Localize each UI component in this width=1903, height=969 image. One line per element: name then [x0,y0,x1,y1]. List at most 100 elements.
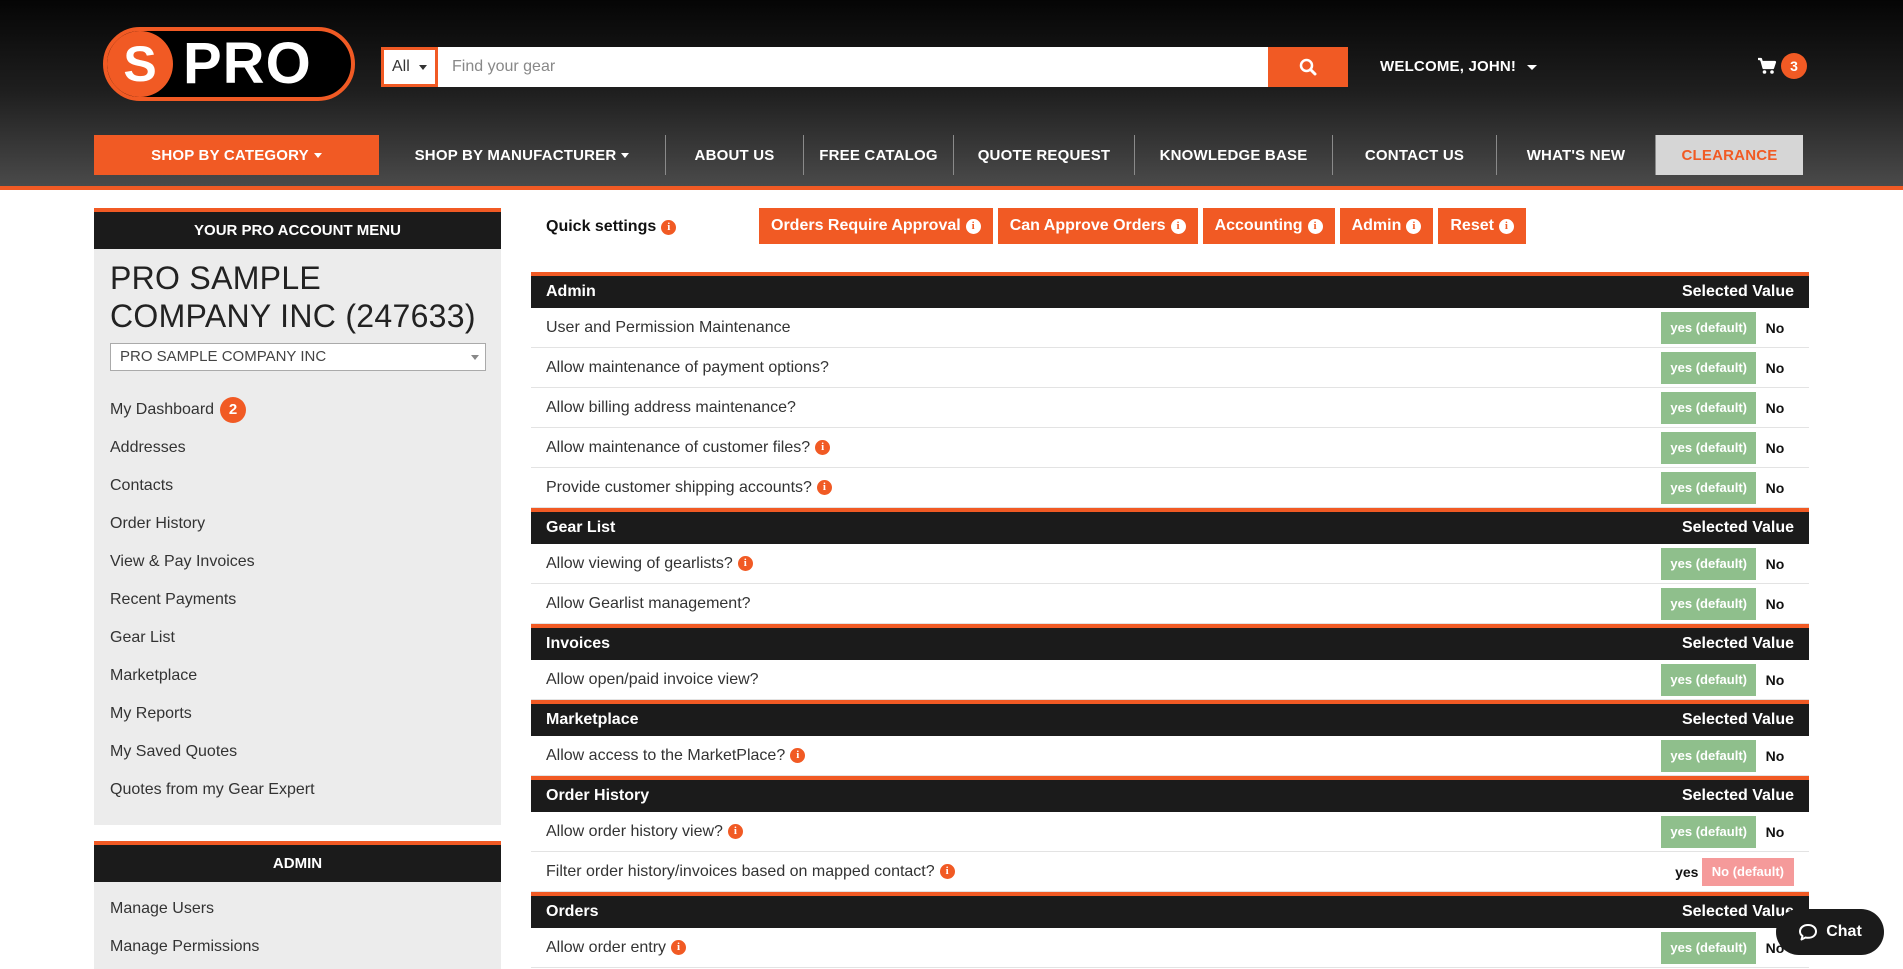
nav-quote-request[interactable]: QUOTE REQUEST [954,135,1135,175]
section-orders: Orders Selected Value Allow order entry i ye… [531,892,1809,968]
info-icon: i [1170,218,1186,234]
admin-menu-title: ADMIN [94,841,501,882]
no-option[interactable]: No [1756,440,1794,456]
permission-toggle: yes (default) No [1661,351,1794,384]
nav-label: SHOP BY MANUFACTURER [414,146,617,164]
yes-default-option[interactable]: yes (default) [1661,547,1756,580]
accounting-button[interactable]: Accounting i [1202,208,1335,244]
yes-default-option[interactable]: yes (default) [1661,815,1756,848]
sidebar-item-label: Addresses [110,439,186,456]
nav-label: CLEARANCE [1681,146,1778,164]
nav-label: KNOWLEDGE BASE [1159,146,1308,164]
selected-value-header: Selected Value [1681,903,1794,920]
chevron-down-icon [313,152,322,158]
yes-default-option[interactable]: yes (default) [1661,739,1756,772]
nav-label: QUOTE REQUEST [977,146,1111,164]
site-logo[interactable]: S PRO [103,27,355,101]
nav-contact-us[interactable]: CONTACT US [1333,135,1497,175]
no-option[interactable]: No [1756,556,1794,572]
search-input[interactable] [438,47,1268,87]
yes-default-option[interactable]: yes (default) [1661,587,1756,620]
no-option[interactable]: No [1756,824,1794,840]
no-option[interactable]: No [1756,672,1794,688]
permission-row: Allow viewing of gearlists? i yes (default… [531,544,1809,584]
no-option[interactable]: No [1756,480,1794,496]
sidebar-item-addresses[interactable]: Addresses [110,429,485,467]
nav-shop-by-category[interactable]: SHOP BY CATEGORY [94,135,379,175]
permission-row: Allow order history view? i yes (default) N… [531,812,1809,852]
info-icon: i [1406,218,1422,234]
yes-default-option[interactable]: yes (default) [1661,663,1756,696]
chat-button[interactable]: Chat [1776,909,1884,955]
button-label: Reset [1450,217,1494,234]
sidebar-item-my-reports[interactable]: My Reports [110,695,485,733]
search-category-label: All [392,58,410,75]
account-menu-title: YOUR PRO ACCOUNT MENU [94,208,501,249]
nav-about-us[interactable]: ABOUT US [666,135,804,175]
permission-toggle: yes (default) No [1661,931,1794,964]
nav-clearance[interactable]: CLEARANCE [1656,135,1803,175]
orders-require-approval-button[interactable]: Orders Require Approval i [759,208,993,244]
info-icon[interactable]: i [815,440,831,455]
search-category-select[interactable]: All [381,47,438,87]
sidebar-item-my-dashboard[interactable]: My Dashboard 2 [110,391,485,429]
cart-count-badge: 3 [1781,53,1807,79]
yes-default-option[interactable]: yes (default) [1661,351,1756,384]
quick-settings-bar: Quick settings i Orders Require Approval… [531,208,1809,244]
sidebar-item-view-pay-invoices[interactable]: View & Pay Invoices [110,543,485,581]
no-option[interactable]: No [1756,748,1794,764]
sidebar-item-contacts[interactable]: Contacts [110,467,485,505]
nav-knowledge-base[interactable]: KNOWLEDGE BASE [1135,135,1333,175]
account-menu-toggle[interactable]: WELCOME, JOHN! [1380,58,1537,75]
no-default-option[interactable]: No (default) [1701,857,1794,886]
permission-toggle: yes (default) No [1661,547,1794,580]
yes-option[interactable]: yes [1672,864,1702,880]
quick-settings-label: Quick settings i [546,218,677,236]
nav-free-catalog[interactable]: FREE CATALOG [804,135,954,175]
info-icon[interactable]: i [727,824,743,839]
sidebar-item-quotes-from-gear-expert[interactable]: Quotes from my Gear Expert [110,771,485,809]
permission-label: Allow viewing of gearlists? [546,554,733,572]
admin-button[interactable]: Admin i [1339,208,1434,244]
cart-button[interactable]: 3 [1757,53,1807,79]
sidebar-item-marketplace[interactable]: Marketplace [110,657,485,695]
account-menu-body: PRO SAMPLE COMPANY INC (247633) PRO SAMP… [94,249,501,825]
permission-toggle: yes (default) No [1661,311,1794,344]
section-header: Gear List Selected Value [531,508,1809,544]
company-select-value: PRO SAMPLE COMPANY INC [120,348,327,365]
info-icon[interactable]: i [661,219,677,235]
sidebar-item-label: Manage Users [110,900,215,917]
sidebar-item-my-saved-quotes[interactable]: My Saved Quotes [110,733,485,771]
search-button[interactable] [1268,47,1348,87]
info-icon[interactable]: i [939,864,955,879]
admin-panel: ADMIN Manage Users Manage Permissions [94,841,501,969]
no-option[interactable]: No [1756,360,1794,376]
yes-default-option[interactable]: yes (default) [1661,391,1756,424]
quick-settings-text: Quick settings [546,218,657,235]
sidebar-item-label: Contacts [110,477,174,494]
permission-label-wrap: Allow Gearlist management? [546,595,751,613]
permission-label-wrap: User and Permission Maintenance [546,319,791,337]
no-option[interactable]: No [1756,400,1794,416]
info-icon[interactable]: i [671,940,687,955]
nav-whats-new[interactable]: WHAT'S NEW [1497,135,1656,175]
info-icon[interactable]: i [816,480,832,495]
nav-shop-by-manufacturer[interactable]: SHOP BY MANUFACTURER [379,135,666,175]
sidebar-item-recent-payments[interactable]: Recent Payments [110,581,485,619]
info-icon[interactable]: i [790,748,806,763]
yes-default-option[interactable]: yes (default) [1661,931,1756,964]
can-approve-orders-button[interactable]: Can Approve Orders i [997,208,1198,244]
sidebar-item-manage-users[interactable]: Manage Users [110,890,485,928]
company-select[interactable]: PRO SAMPLE COMPANY INC [110,343,486,371]
reset-button[interactable]: Reset i [1438,208,1526,244]
no-option[interactable]: No [1756,320,1794,336]
yes-default-option[interactable]: yes (default) [1661,311,1756,344]
permission-row: Provide customer shipping accounts? i yes … [531,468,1809,508]
info-icon[interactable]: i [737,556,753,571]
sidebar-item-gear-list[interactable]: Gear List [110,619,485,657]
sidebar-item-order-history[interactable]: Order History [110,505,485,543]
yes-default-option[interactable]: yes (default) [1661,471,1756,504]
no-option[interactable]: No [1756,596,1794,612]
sidebar-item-manage-permissions[interactable]: Manage Permissions [110,928,485,966]
yes-default-option[interactable]: yes (default) [1661,431,1756,464]
